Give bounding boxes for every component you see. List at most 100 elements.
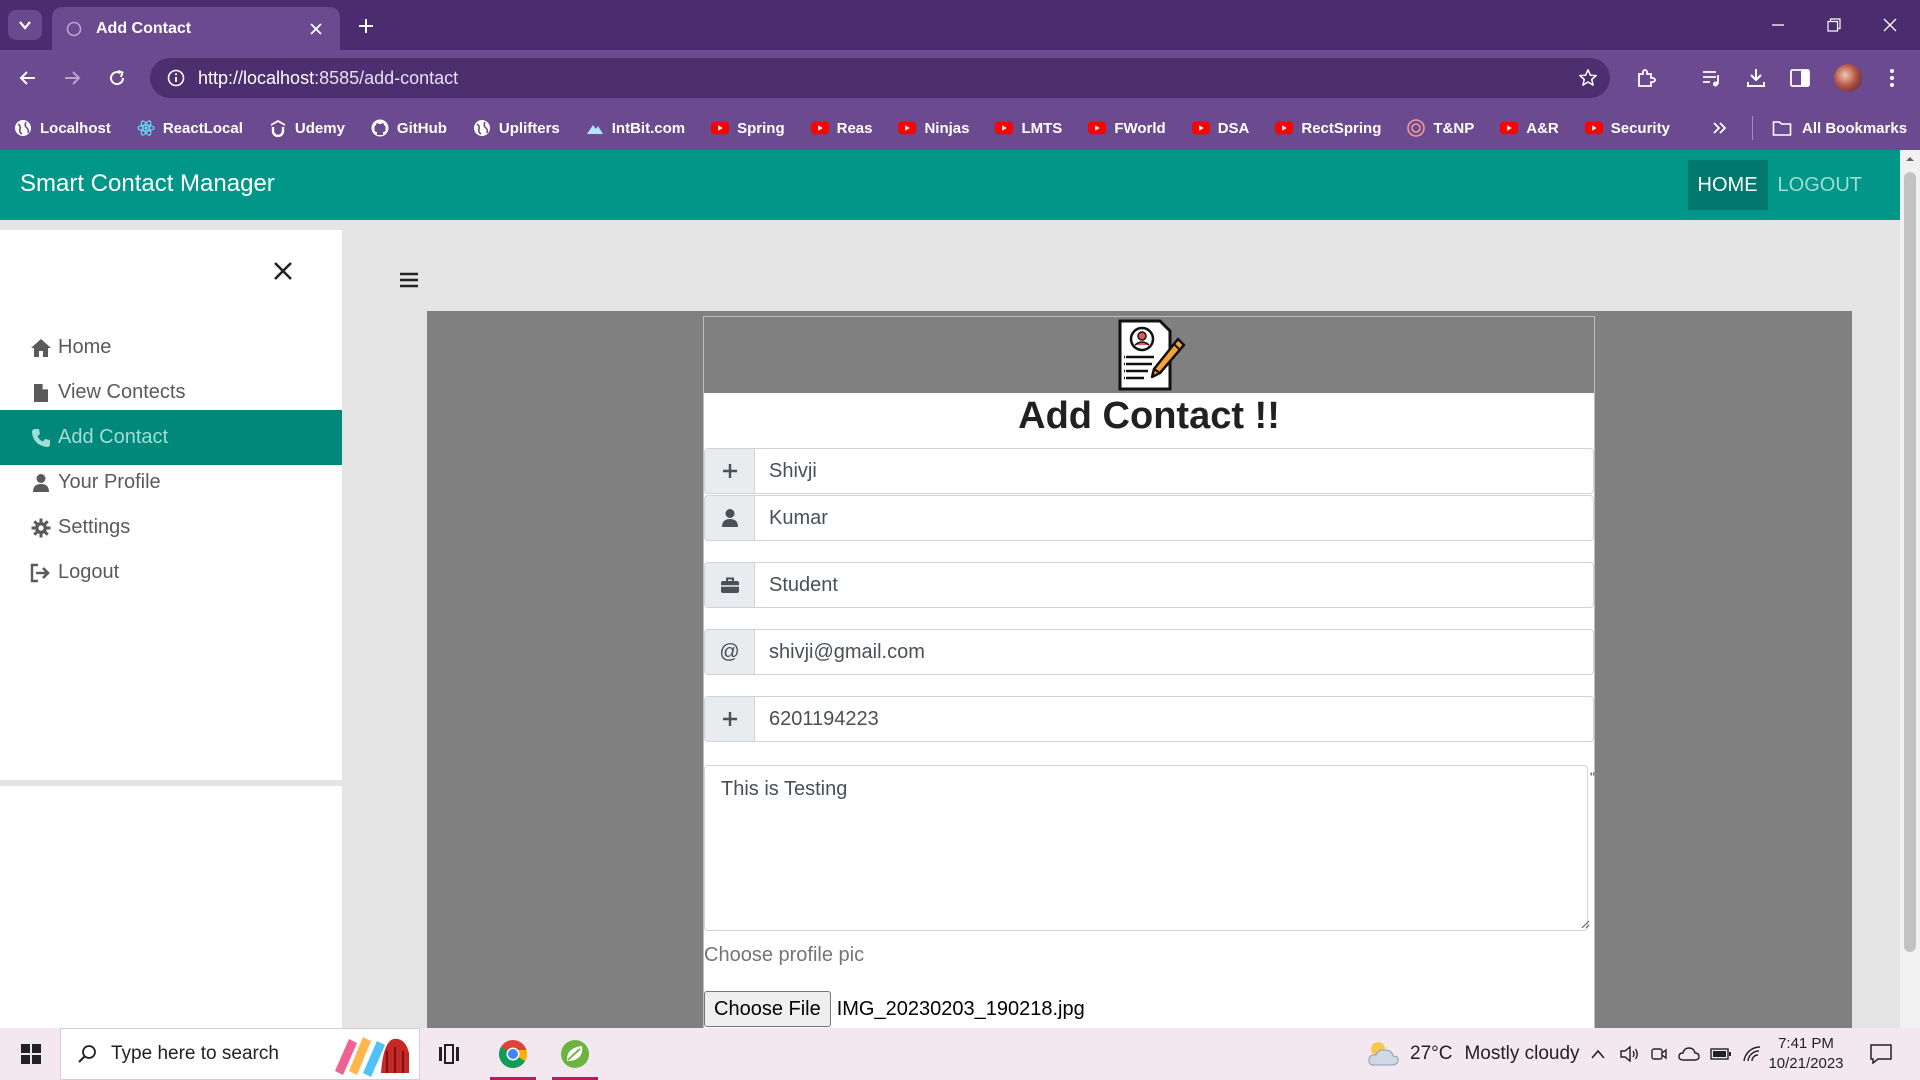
- description-textarea[interactable]: This is Testing: [704, 765, 1588, 931]
- bookmark-item[interactable]: Reas: [810, 119, 872, 137]
- arrow-right-icon: [65, 71, 81, 85]
- meet-now-icon[interactable]: [1650, 1045, 1668, 1063]
- back-button[interactable]: [12, 62, 44, 94]
- media-controls-button[interactable]: [1696, 62, 1728, 94]
- close-icon: [274, 262, 292, 280]
- bookmark-item[interactable]: LMTS: [995, 119, 1062, 137]
- sidebar-toggle-button[interactable]: [396, 268, 422, 292]
- notifications-button[interactable]: [1852, 1028, 1910, 1080]
- forward-button[interactable]: [56, 62, 88, 94]
- double-chevron-right-icon: [1713, 122, 1727, 134]
- youtube-icon: [898, 119, 917, 137]
- bookmark-item[interactable]: DSA: [1191, 119, 1249, 137]
- chrome-icon: [499, 1040, 528, 1068]
- spring-tool-taskbar-button[interactable]: [546, 1028, 604, 1080]
- battery-icon[interactable]: [1710, 1047, 1732, 1061]
- taskbar-search[interactable]: Type here to search: [60, 1028, 420, 1080]
- reload-button[interactable]: [101, 62, 133, 94]
- bookmark-item[interactable]: Localhost: [14, 119, 111, 137]
- nav-home-link[interactable]: HOME: [1687, 160, 1768, 210]
- choose-file-button[interactable]: Choose File: [704, 991, 831, 1027]
- resize-grip-icon[interactable]: [1580, 919, 1590, 929]
- arrow-left-icon: [19, 71, 35, 85]
- bookmark-item[interactable]: IntBit.com: [586, 119, 685, 137]
- tab-search-button[interactable]: [8, 10, 42, 40]
- bookmark-item[interactable]: A&R: [1500, 119, 1559, 137]
- kebab-menu-icon: [1890, 69, 1894, 87]
- phone-input[interactable]: [754, 696, 1594, 742]
- download-icon: [1747, 69, 1765, 87]
- brand-title[interactable]: Smart Contact Manager: [20, 170, 275, 198]
- browser-menu-button[interactable]: [1876, 62, 1908, 94]
- profile-avatar[interactable]: [1834, 64, 1862, 92]
- chevron-up-icon[interactable]: [1590, 1048, 1606, 1060]
- scrollbar-thumb[interactable]: [1904, 172, 1916, 952]
- downloads-button[interactable]: [1740, 62, 1772, 94]
- new-tab-button[interactable]: [352, 12, 380, 40]
- navbar-links: HOME LOGOUT: [1687, 160, 1872, 210]
- add-contact-card: Add Contact !! @: [703, 316, 1595, 1028]
- task-view-button[interactable]: [420, 1028, 478, 1080]
- bookmark-item[interactable]: GitHub: [371, 119, 447, 137]
- name-input[interactable]: [754, 448, 1594, 494]
- file-input[interactable]: Choose File IMG_20230203_190218.jpg: [704, 991, 1085, 1027]
- bookmark-item[interactable]: T&NP: [1407, 119, 1474, 137]
- bookmark-star-button[interactable]: [1566, 68, 1610, 88]
- chevron-down-icon: [19, 21, 31, 30]
- nav-logout-link[interactable]: LOGOUT: [1768, 160, 1872, 210]
- work-input[interactable]: [754, 562, 1594, 608]
- bookmark-item[interactable]: Security: [1584, 119, 1670, 137]
- globe-icon: [473, 119, 491, 137]
- bookmark-label: LMTS: [1021, 119, 1063, 137]
- user-icon: [30, 472, 52, 494]
- bookmark-label: Udemy: [294, 119, 345, 137]
- site-info-button[interactable]: [154, 58, 198, 98]
- email-input[interactable]: [754, 629, 1594, 675]
- wifi-icon[interactable]: [1742, 1045, 1762, 1063]
- side-panel-button[interactable]: [1784, 62, 1816, 94]
- speaker-icon[interactable]: [1620, 1045, 1640, 1063]
- plus-icon: [722, 464, 737, 478]
- star-icon: [1579, 69, 1597, 86]
- browser-tab-active[interactable]: Add Contact: [52, 7, 340, 50]
- chrome-taskbar-button[interactable]: [484, 1028, 542, 1080]
- extensions-button[interactable]: [1630, 62, 1662, 94]
- bookmark-label: T&NP: [1433, 119, 1475, 137]
- bookmark-item[interactable]: Udemy: [269, 119, 345, 137]
- sidebar: Home View Contects Add Contact Your Profile…: [0, 230, 342, 1028]
- sidebar-item-logout[interactable]: Logout: [0, 545, 342, 600]
- more-bookmarks-button[interactable]: [1712, 106, 1728, 150]
- reload-icon: [110, 70, 125, 86]
- app-navbar: Smart Contact Manager HOME LOGOUT: [0, 150, 1900, 220]
- briefcase-icon: [720, 577, 739, 593]
- sidebar-close-button[interactable]: [268, 256, 298, 286]
- address-bar[interactable]: http://localhost:8585/add-contact: [150, 58, 1610, 98]
- onedrive-cloud-icon[interactable]: [1678, 1046, 1700, 1062]
- bookmark-item[interactable]: ReactLocal: [137, 119, 243, 137]
- close-icon: [1883, 18, 1897, 32]
- plus-icon: [722, 712, 737, 726]
- scroll-up-arrow-icon[interactable]: [1900, 152, 1920, 166]
- sidebar-item-label: Home: [58, 336, 112, 358]
- weather-widget[interactable]: 27°C Mostly cloudy: [1366, 1028, 1580, 1080]
- minimize-button[interactable]: [1748, 0, 1808, 50]
- close-window-button[interactable]: [1860, 0, 1920, 50]
- bookmarks-bar: Localhost ReactLocal Udemy GitHub Uplifters I…: [0, 106, 1920, 150]
- bookmark-item[interactable]: Uplifters: [473, 119, 560, 137]
- tab-close-button[interactable]: [306, 19, 326, 39]
- all-bookmarks-button[interactable]: All Bookmarks: [1772, 106, 1907, 150]
- youtube-icon: [711, 119, 730, 137]
- minimize-icon: [1772, 24, 1784, 26]
- bookmark-item[interactable]: FWorld: [1088, 119, 1166, 137]
- bookmark-item[interactable]: RectSpring: [1275, 119, 1381, 137]
- taskbar-clock[interactable]: 7:41 PM 10/21/2023: [1766, 1034, 1846, 1074]
- tab-title: Add Contact: [96, 19, 192, 37]
- bookmark-item[interactable]: Spring: [711, 119, 785, 137]
- second-name-input[interactable]: [754, 495, 1594, 541]
- bookmark-item[interactable]: Ninjas: [898, 119, 969, 137]
- user-icon: [721, 509, 738, 527]
- start-button[interactable]: [10, 1028, 52, 1080]
- restore-button[interactable]: [1804, 0, 1864, 50]
- sidebar-item-label: Settings: [58, 516, 131, 538]
- file-icon: [30, 382, 52, 404]
